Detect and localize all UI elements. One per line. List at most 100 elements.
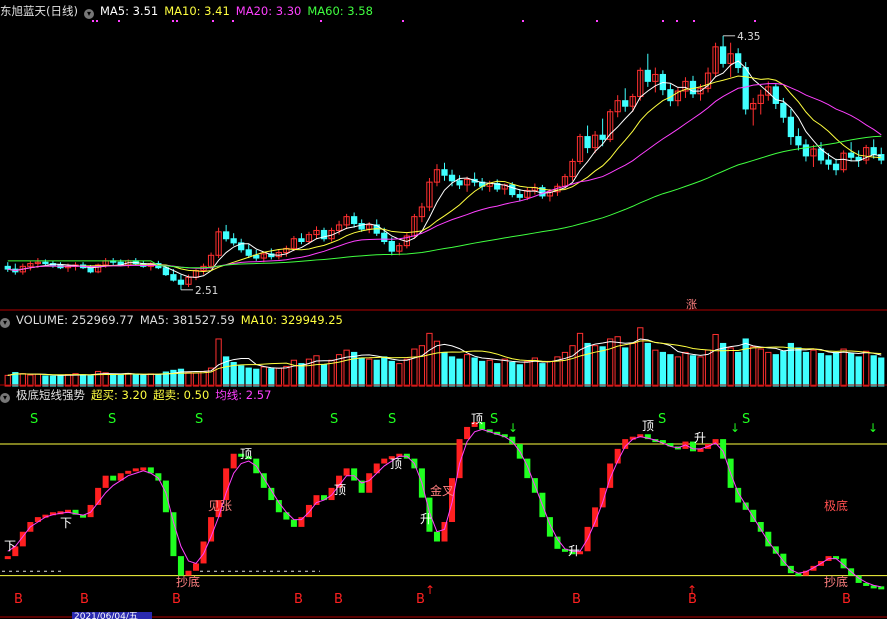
volume-bar [486,359,493,387]
candle-body [795,136,802,146]
ma20-label: MA20: 3.30 [235,4,302,18]
signal-dot [693,20,695,22]
b-marker: B [842,592,851,607]
volume-bar [215,338,222,387]
volume-bar [674,356,682,387]
volume-bar [4,374,11,387]
ding-label: 顶 [471,412,483,426]
sell-arrow: ↓ [508,421,518,435]
oscillator-bar [351,468,358,481]
candle-body [787,116,795,138]
b-marker: B [294,592,303,607]
candle-body [870,147,877,156]
sheng-label: 升 [420,512,432,526]
candle-body [622,100,629,107]
volume-bar [298,363,305,387]
chaodi-label-2: 抄底 [824,574,848,589]
volume-bar [155,374,162,387]
volume-bar [780,350,787,387]
volume-bar [795,347,802,387]
volume-bar [742,338,749,387]
jianzhang-label: 见张 [208,499,232,513]
dropdown-icon[interactable]: ▾ [0,318,10,328]
s-marker: S [330,412,338,427]
signal-dot [212,20,214,22]
oscillator-bar [464,426,471,440]
volume-bar [396,363,403,387]
signal-dot [676,20,678,22]
b-marker: B [172,592,181,607]
sell-arrow: ↓ [868,421,878,435]
oscillator-bar [772,546,779,554]
oscillator-bar [305,504,312,518]
oscillator-header: ▾ 极底短线强势 超买: 3.20 超卖: 0.50 均线: 2.57 [0,386,277,404]
volume-bar [313,355,320,387]
volume-bar [494,363,501,387]
vol-ma10-label: MA10: 329949.25 [240,313,343,327]
candle-body [170,274,177,281]
volume-bar [810,349,817,387]
ma60-line [7,135,882,269]
oscillator-bar [125,470,132,474]
sheng-label: 升 [694,431,706,445]
volume-bar [576,332,584,387]
buy-arrow: ↑ [425,583,435,597]
signal-dot [320,20,322,22]
volume-bar [79,374,87,387]
volume-bar [147,373,154,387]
candle-body [719,46,727,64]
oscillator-bar [140,467,147,471]
volume-bar [847,353,855,387]
volume-bar [629,342,636,387]
volume-bar [358,357,365,387]
volume-label: VOLUME: 252969.77 [16,313,134,327]
volume-bar [411,348,418,387]
s-marker: S [195,412,203,427]
oscillator-bar [290,519,297,527]
volume-bar [622,347,629,387]
volume-bar [704,349,712,387]
volume-bar [373,359,380,387]
volume-bar [253,368,260,387]
candle-body [381,232,388,242]
oscillator-bar [433,531,440,542]
buy-arrow: ↑ [687,583,697,597]
volume-header: ▾ VOLUME: 252969.77 MA5: 381527.59 MA10: 32… [0,311,349,329]
candle-body [177,279,185,285]
avg-line-label: 均线: 2.57 [215,388,272,402]
candle-body [584,136,591,149]
volume-bar [840,348,847,387]
volume-bar [750,346,757,387]
volume-bar [448,356,456,387]
chart-canvas[interactable]: 4.352.51涨 S S S S S S S S↓ ↓ ↓B B B B B B B B B↑ ↑见张 极底金叉抄底… [0,0,887,619]
low-price-label: 2.51 [195,285,218,297]
date-label: 2021/06/04/五 [74,612,138,619]
volume-bar [569,345,576,387]
candle-body [298,238,305,242]
oscillator-bar [757,522,764,532]
volume-bar [34,373,42,387]
volume-bar [501,358,508,387]
signal-dot [754,20,756,22]
osc-title: 极底短线强势 [16,388,85,402]
volume-bar [757,348,764,387]
volume-bar [328,359,335,387]
candle-body [644,69,651,82]
xia-label: 下 [4,539,16,553]
oscillator-bar [441,522,448,542]
dropdown-icon[interactable]: ▾ [83,9,94,19]
dropdown-icon[interactable]: ▾ [0,393,10,403]
volume-bar [539,363,546,387]
volume-bar [238,365,245,387]
oscillator-bar [170,512,177,557]
volume-bar [832,351,840,387]
volume-bar [290,359,298,387]
signal-dot [96,20,98,22]
volume-bar [772,354,779,387]
xia-label: 下 [60,516,72,530]
volume-bar [667,354,674,387]
s-marker: S [490,412,498,427]
volume-bar [855,356,862,387]
oscillator-bar [102,475,109,488]
candle-body [689,80,697,95]
